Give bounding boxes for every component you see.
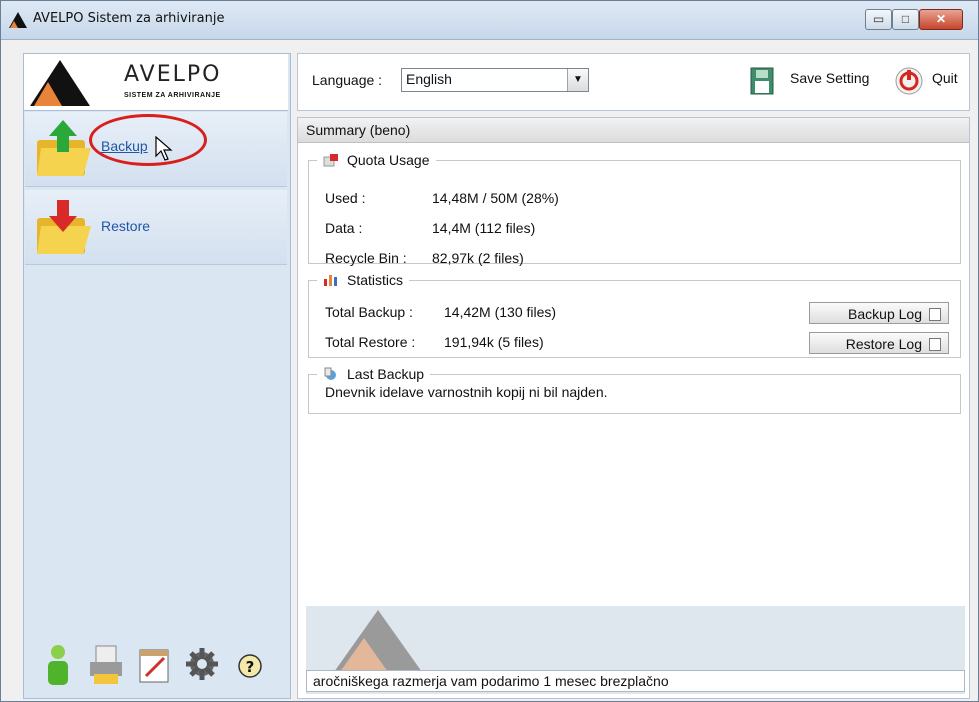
used-label: Used :	[325, 190, 366, 206]
brand-logo: AVELPO SISTEM ZA ARHIVIRANJE	[24, 54, 288, 111]
printer-icon[interactable]	[86, 642, 126, 686]
close-button[interactable]: ✕	[919, 9, 963, 30]
last-backup-group: Last Backup Dnevnik idelave varnostnih k…	[308, 366, 961, 414]
quota-heading: Quota Usage	[347, 152, 430, 168]
document-icon	[929, 338, 941, 351]
sidebar-item-label: Restore	[101, 218, 151, 234]
quit-power-icon[interactable]	[894, 66, 924, 96]
total-backup-value: 14,42M (130 files)	[444, 304, 557, 320]
backup-log-button[interactable]: Backup Log	[809, 302, 949, 324]
quit-button[interactable]: Quit	[932, 70, 958, 86]
statistics-group: Statistics Total Backup : 14,42M (130 fi…	[308, 272, 961, 358]
sidebar-item-backup[interactable]: Backup	[25, 112, 287, 187]
cursor-icon	[155, 136, 173, 161]
sidebar-item-restore[interactable]: Restore	[25, 190, 287, 265]
brand-subtitle: SISTEM ZA ARHIVIRANJE	[124, 92, 221, 99]
data-value: 14,4M (112 files)	[432, 220, 536, 236]
banner-text: aročniškega razmerja vam podarimo 1 mese…	[306, 670, 965, 692]
last-backup-heading: Last Backup	[347, 366, 425, 382]
title-bar: AVELPO Sistem za arhiviranje ▭ □ ✕	[1, 1, 978, 40]
language-select[interactable]: English ▼	[401, 68, 589, 92]
quota-usage-group: Quota Usage Used : 14,48M / 50M (28%) Da…	[308, 152, 961, 266]
summary-panel: Summary (beno) Quota Usage Used : 14,48M…	[297, 117, 970, 699]
minimize-button[interactable]: ▭	[865, 9, 892, 30]
gear-icon[interactable]	[182, 642, 222, 686]
chevron-down-icon[interactable]: ▼	[567, 69, 588, 91]
data-label: Data :	[325, 220, 363, 236]
last-backup-message: Dnevnik idelave varnostnih kopij ni bil …	[325, 384, 608, 400]
document-icon	[929, 308, 941, 321]
main-area: Language : English ▼ Save Setting Quit S…	[297, 53, 970, 699]
summary-title: Summary (beno)	[306, 122, 411, 138]
recycle-label: Recycle Bin :	[325, 250, 407, 266]
save-setting-button[interactable]: Save Setting	[790, 70, 869, 86]
last-backup-icon	[324, 367, 336, 380]
folder-upload-icon	[37, 120, 91, 176]
language-value: English	[406, 71, 452, 87]
sidebar-tools: ?	[24, 642, 288, 692]
app-window: AVELPO Sistem za arhiviranje ▭ □ ✕ AVELP…	[0, 0, 979, 702]
calendar-icon[interactable]	[134, 642, 174, 686]
total-restore-value: 191,94k (5 files)	[444, 334, 544, 350]
help-icon[interactable]: ?	[230, 642, 270, 686]
brand-name: AVELPO	[124, 62, 222, 87]
total-backup-label: Total Backup :	[325, 304, 413, 320]
maximize-button[interactable]: □	[892, 9, 919, 30]
summary-header: Summary (beno)	[298, 118, 969, 143]
avelpo-triangle-icon	[30, 60, 90, 106]
avelpo-logo-icon	[9, 12, 27, 28]
recycle-value: 82,97k (2 files)	[432, 250, 524, 266]
user-icon[interactable]	[38, 642, 78, 686]
banner-logo-icon	[334, 610, 422, 672]
save-disk-icon[interactable]	[750, 67, 774, 95]
language-label: Language :	[312, 72, 383, 88]
sidebar: AVELPO SISTEM ZA ARHIVIRANJE Backup Rest…	[23, 53, 291, 699]
restore-log-button[interactable]: Restore Log	[809, 332, 949, 354]
statistics-heading: Statistics	[347, 272, 404, 288]
folder-download-icon	[37, 200, 91, 254]
bar-chart-icon	[324, 275, 337, 286]
promo-banner: aročniškega razmerja vam podarimo 1 mese…	[306, 606, 965, 694]
highlight-circle	[89, 114, 207, 166]
total-restore-label: Total Restore :	[325, 334, 416, 350]
svg-text:?: ?	[246, 658, 255, 676]
window-title: AVELPO Sistem za arhiviranje	[33, 11, 225, 26]
toolbar: Language : English ▼ Save Setting Quit	[297, 53, 970, 111]
quota-icon	[323, 154, 338, 167]
used-value: 14,48M / 50M (28%)	[432, 190, 559, 206]
